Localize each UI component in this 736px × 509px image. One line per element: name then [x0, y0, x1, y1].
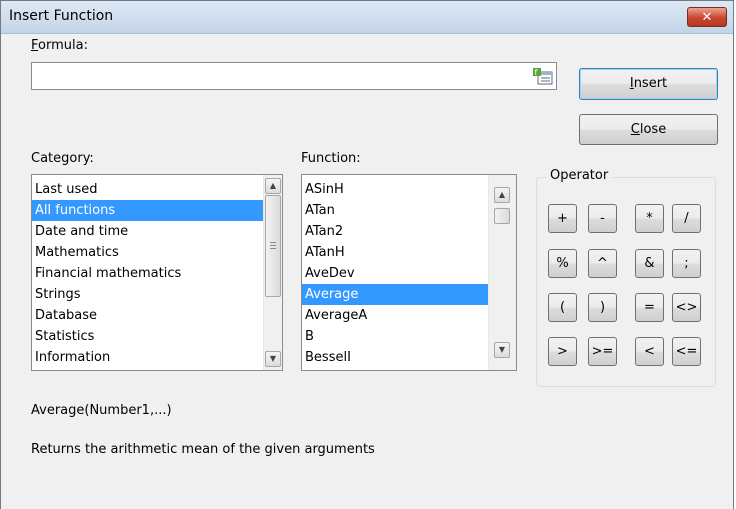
svg-text:f: f [535, 68, 538, 77]
category-list-item[interactable]: Database [32, 305, 264, 326]
function-list-item[interactable]: ATan2 [302, 221, 489, 242]
formula-label: Formula: [31, 38, 88, 53]
function-list-item[interactable]: ATan [302, 200, 489, 221]
scroll-thumb[interactable] [494, 208, 510, 224]
category-list[interactable]: Last used All functions Date and time Mathe… [31, 174, 283, 371]
category-scrollbar[interactable]: ▲ ▼ [263, 175, 282, 370]
scroll-thumb[interactable] [265, 195, 281, 297]
function-list-item[interactable]: ASinH [302, 179, 489, 200]
operator-button[interactable]: & [635, 249, 664, 278]
function-list-item[interactable]: Average [302, 284, 489, 305]
category-list-item[interactable]: Mathematics [32, 242, 264, 263]
operator-label: Operator [547, 168, 612, 183]
category-list-item[interactable]: Date and time [32, 221, 264, 242]
insert-function-dialog: Insert Function ✕ Formula: f Insert Clos… [0, 0, 734, 509]
scroll-down-icon[interactable]: ▼ [494, 342, 510, 358]
function-list-item[interactable]: BesselI [302, 347, 489, 368]
category-list-item[interactable]: Financial mathematics [32, 263, 264, 284]
operator-button[interactable]: <= [672, 337, 701, 366]
category-list-item[interactable]: Last used [32, 179, 264, 200]
function-list-item[interactable]: B [302, 326, 489, 347]
insert-button[interactable]: Insert [579, 68, 718, 100]
operator-button[interactable]: + [548, 204, 577, 233]
category-label: Category: [31, 151, 94, 166]
scroll-up-icon[interactable]: ▲ [265, 178, 281, 194]
operator-button[interactable]: ; [672, 249, 701, 278]
function-description: Returns the arithmetic mean of the given… [31, 442, 375, 457]
category-list-item[interactable]: All functions [32, 200, 264, 221]
operator-button[interactable]: ^ [588, 249, 617, 278]
function-list[interactable]: ASinH ATan ATan2 ATanH AveDev Average AverageA… [301, 174, 517, 371]
operator-button[interactable]: - [588, 204, 617, 233]
category-list-item[interactable]: Statistics [32, 326, 264, 347]
operator-button[interactable]: % [548, 249, 577, 278]
function-syntax: Average(Number1,...) [31, 403, 172, 418]
operator-button[interactable]: * [635, 204, 664, 233]
close-icon: ✕ [701, 10, 713, 25]
insert-formula-icon[interactable]: f [532, 66, 554, 86]
operator-button[interactable]: = [635, 293, 664, 322]
close-button[interactable]: Close [579, 114, 718, 145]
scroll-up-icon[interactable]: ▲ [494, 187, 510, 203]
scroll-down-icon[interactable]: ▼ [265, 351, 281, 367]
function-list-item[interactable]: AverageA [302, 305, 489, 326]
operator-button[interactable]: < [635, 337, 664, 366]
operator-button[interactable]: ( [548, 293, 577, 322]
operator-button[interactable]: / [672, 204, 701, 233]
dialog-title: Insert Function [9, 8, 114, 24]
close-window-button[interactable]: ✕ [687, 7, 727, 27]
operator-button[interactable]: > [548, 337, 577, 366]
function-list-item[interactable]: ATanH [302, 242, 489, 263]
function-scrollbar[interactable]: ▲ ▼ [488, 175, 516, 370]
category-list-item[interactable]: Strings [32, 284, 264, 305]
category-list-item[interactable]: Information [32, 347, 264, 368]
formula-field[interactable]: f [31, 62, 557, 90]
function-label: Function: [301, 151, 361, 166]
title-bar: Insert Function ✕ [1, 1, 733, 34]
operator-button[interactable]: >= [588, 337, 617, 366]
function-list-item[interactable]: AveDev [302, 263, 489, 284]
operator-button[interactable]: <> [672, 293, 701, 322]
operator-button[interactable]: ) [588, 293, 617, 322]
